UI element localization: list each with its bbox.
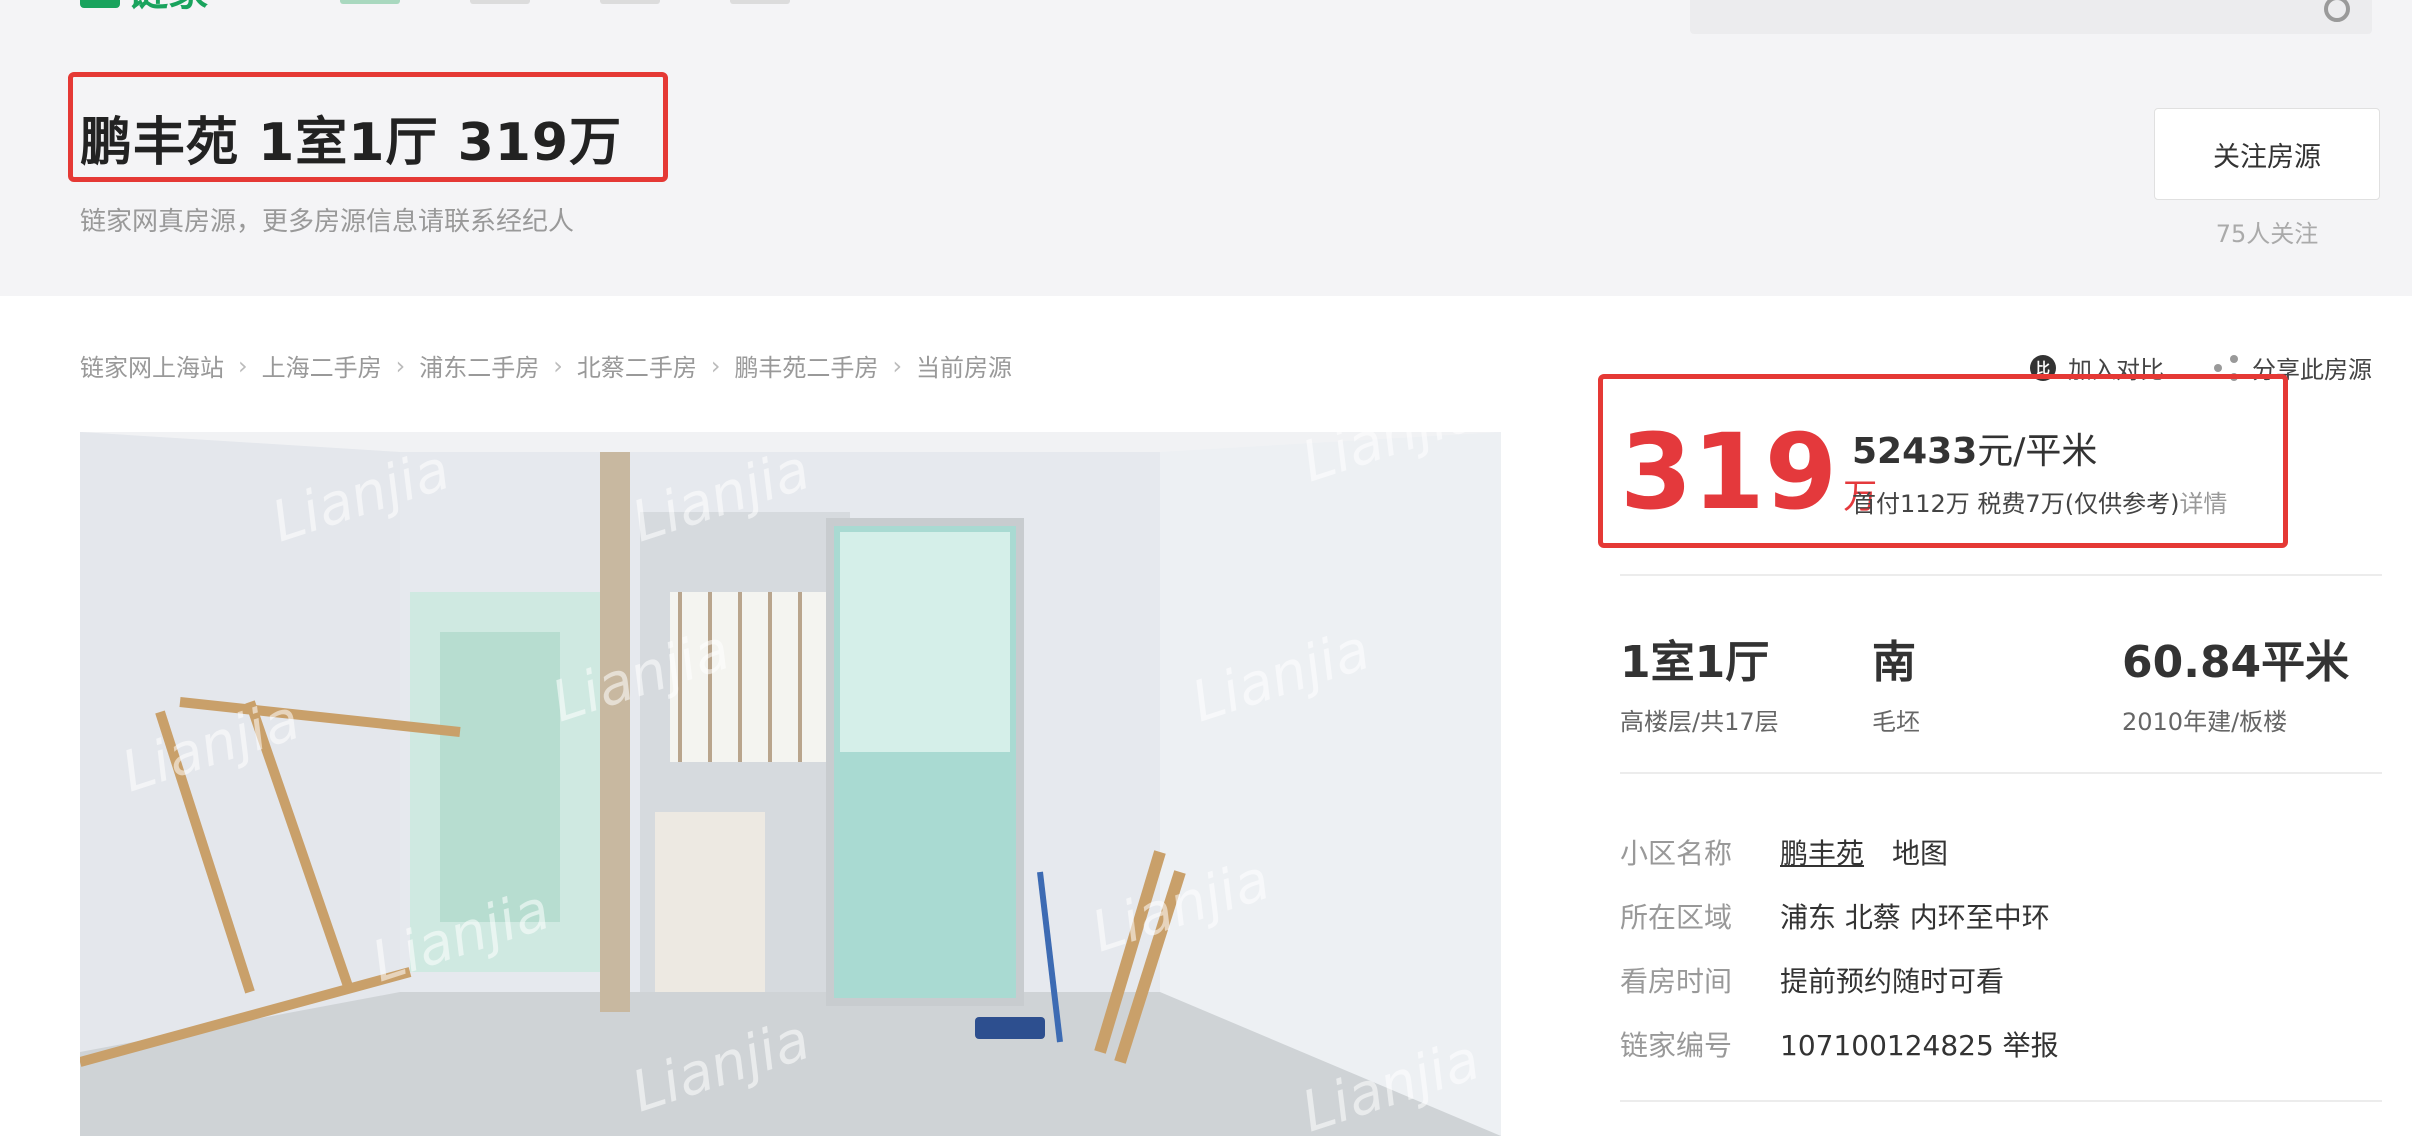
divider <box>1620 772 2382 774</box>
fact-orientation-main: 南 <box>1872 637 1916 688</box>
district-label: 所在区域 <box>1620 901 1733 934</box>
listing-info: 小区名称 鹏丰苑 地图 所在区域 浦东 北蔡 内环至中环 看房时间 提前预约随时… <box>1620 820 2059 1076</box>
info-row-viewing: 看房时间 提前预约随时可看 <box>1620 948 2059 1012</box>
tax-info: 首付112万 税费7万(仅供参考)详情 <box>1852 484 2227 519</box>
info-row-id: 链家编号 107100124825 举报 <box>1620 1012 2059 1076</box>
tax-detail-link[interactable]: 详情 <box>2179 490 2227 518</box>
listing-photo-image: Lianjia Lianjia Lianjia Lianjia Lianjia … <box>80 432 1501 1136</box>
district-value: 浦东 北蔡 内环至中环 <box>1780 901 2050 934</box>
breadcrumb-item[interactable]: 浦东二手房 <box>419 348 539 383</box>
logo-text: 链家 <box>128 0 208 12</box>
chevron-right-icon: › <box>553 351 563 380</box>
breadcrumb-item[interactable]: 北蔡二手房 <box>577 348 697 383</box>
main-nav <box>340 0 790 4</box>
search-icon[interactable] <box>2324 0 2350 22</box>
fact-area-main: 60.84平米 <box>2122 637 2350 688</box>
divider <box>1620 574 2382 576</box>
nav-item[interactable] <box>730 0 790 4</box>
info-row-community: 小区名称 鹏丰苑 地图 <box>1620 820 2059 884</box>
divider <box>1620 1100 2382 1102</box>
fact-rooms-main: 1室1厅 <box>1620 637 1770 688</box>
tax-info-text: 首付112万 税费7万(仅供参考) <box>1852 490 2180 518</box>
total-price-value: 319 <box>1620 411 1838 533</box>
nav-item-active[interactable] <box>340 0 400 4</box>
unit-price-unit: 元/平米 <box>1977 431 2098 472</box>
nav-item[interactable] <box>600 0 660 4</box>
fact-orientation-sub: 毛坯 <box>1872 708 1920 736</box>
chevron-right-icon: › <box>238 351 248 380</box>
unit-price: 52433元/平米 <box>1852 422 2097 474</box>
site-logo[interactable]: 链家 <box>80 0 208 12</box>
nav-item[interactable] <box>470 0 530 4</box>
listing-id-value: 107100124825 举报 <box>1780 1029 2059 1062</box>
unit-price-value: 52433 <box>1852 431 1978 472</box>
total-price: 319 万 <box>1620 420 1877 524</box>
listing-subtitle: 链家网真房源，更多房源信息请联系经纪人 <box>80 207 575 237</box>
info-row-district: 所在区域 浦东 北蔡 内环至中环 <box>1620 884 2059 948</box>
fact-area-sub: 2010年建/板楼 <box>2122 708 2288 736</box>
breadcrumb: 链家网上海站 › 上海二手房 › 浦东二手房 › 北蔡二手房 › 鹏丰苑二手房 … <box>80 348 1012 383</box>
breadcrumb-item[interactable]: 上海二手房 <box>262 348 382 383</box>
community-label: 小区名称 <box>1620 837 1733 870</box>
community-name-link[interactable]: 鹏丰苑 <box>1780 832 1864 872</box>
chevron-right-icon: › <box>710 351 721 380</box>
breadcrumb-item[interactable]: 鹏丰苑二手房 <box>734 348 878 383</box>
follow-count: 75人关注 <box>2215 220 2319 248</box>
chevron-right-icon: › <box>395 351 406 380</box>
viewing-label: 看房时间 <box>1620 965 1733 998</box>
listing-photo[interactable]: Lianjia Lianjia Lianjia Lianjia Lianjia … <box>80 432 1501 1136</box>
logo-mark-icon <box>80 0 120 8</box>
fact-rooms-sub: 高楼层/共17层 <box>1620 708 1779 736</box>
fact-area: 60.84平米 2010年建/板楼 <box>2122 626 2349 737</box>
chevron-right-icon: › <box>892 351 903 380</box>
fact-rooms: 1室1厅 高楼层/共17层 <box>1620 626 1779 737</box>
listing-id-label: 链家编号 <box>1620 1029 1733 1062</box>
fact-orientation: 南 毛坯 <box>1872 626 1920 737</box>
map-link[interactable]: 地图 <box>1892 832 1948 872</box>
search-input[interactable] <box>1690 0 2372 34</box>
title-highlight-box <box>68 72 668 182</box>
follow-listing-button[interactable]: 关注房源 <box>2154 108 2380 200</box>
breadcrumb-item[interactable]: 链家网上海站 <box>80 348 224 383</box>
breadcrumb-current: 当前房源 <box>916 354 1013 382</box>
viewing-value: 提前预约随时可看 <box>1780 965 2005 998</box>
